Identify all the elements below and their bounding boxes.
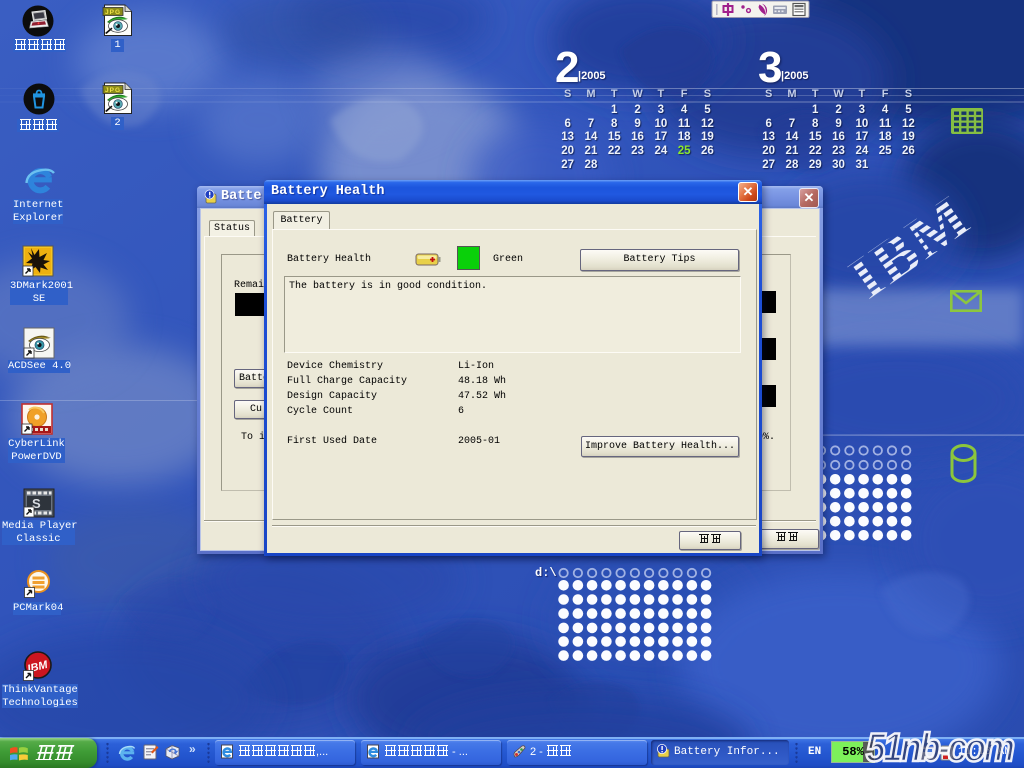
svg-text:JPG: JPG	[105, 87, 121, 94]
svg-text:IBM: IBM	[838, 183, 983, 313]
svg-text:JPG: JPG	[105, 9, 121, 16]
